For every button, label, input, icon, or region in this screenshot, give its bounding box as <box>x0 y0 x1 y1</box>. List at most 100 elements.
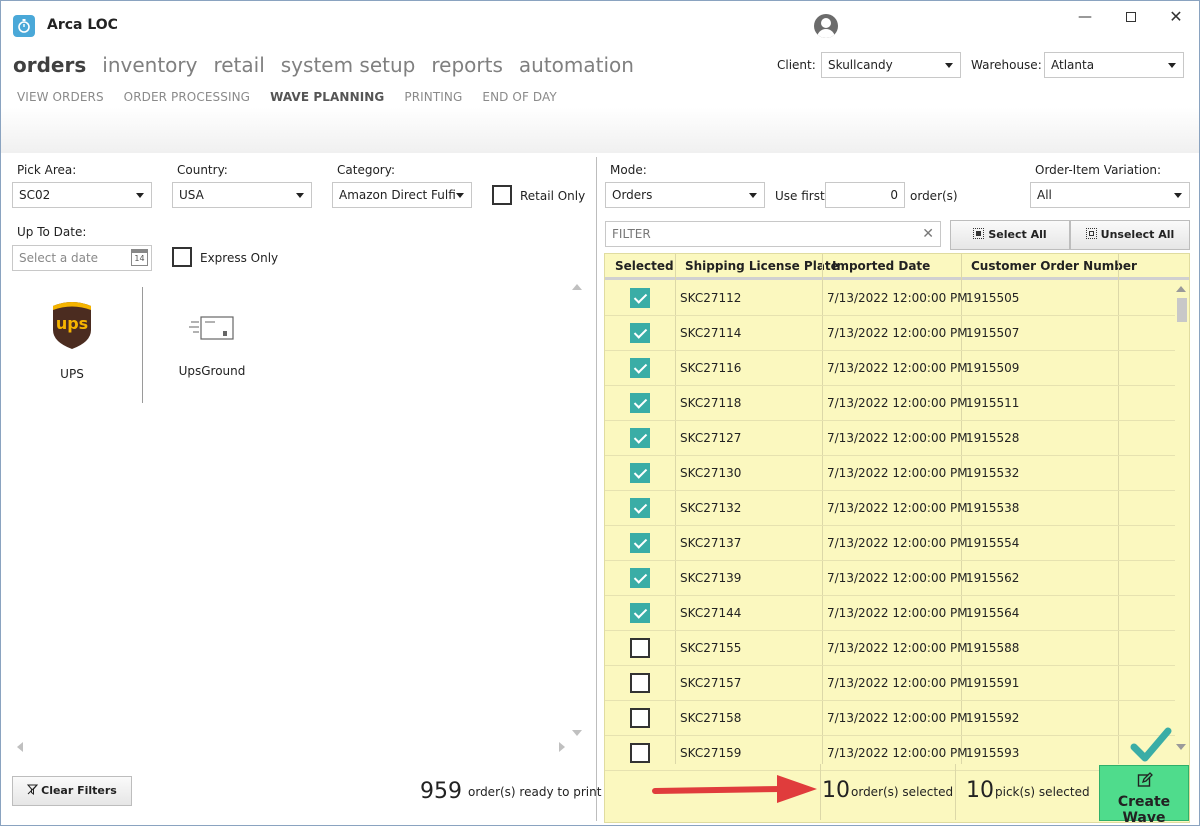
variation-select[interactable]: All <box>1030 182 1190 208</box>
table-row[interactable]: SKC27139 7/13/2022 12:00:00 PM 1915562 <box>605 561 1175 596</box>
table-row[interactable]: SKC27130 7/13/2022 12:00:00 PM 1915532 <box>605 456 1175 491</box>
table-row[interactable]: SKC27127 7/13/2022 12:00:00 PM 1915528 <box>605 421 1175 456</box>
row-select-checkbox[interactable] <box>630 428 650 448</box>
nav-retail[interactable]: retail <box>213 53 264 77</box>
row-select-checkbox[interactable] <box>630 323 650 343</box>
header-background <box>1 1 1199 153</box>
table-row[interactable]: SKC27114 7/13/2022 12:00:00 PM 1915507 <box>605 316 1175 351</box>
grid-scroll-down-icon[interactable] <box>1176 744 1186 750</box>
user-account-icon[interactable] <box>814 14 838 38</box>
row-select-checkbox[interactable] <box>630 393 650 413</box>
table-row[interactable]: SKC27118 7/13/2022 12:00:00 PM 1915511 <box>605 386 1175 421</box>
app-logo-icon <box>13 15 35 37</box>
cell-customer-order-number: 1915564 <box>966 606 1020 620</box>
table-row[interactable]: SKC27132 7/13/2022 12:00:00 PM 1915538 <box>605 491 1175 526</box>
category-label: Category: <box>337 163 395 177</box>
picks-selected-count: 10 <box>966 778 994 803</box>
nav-system-setup[interactable]: system setup <box>281 53 416 77</box>
subnav-order-processing[interactable]: ORDER PROCESSING <box>124 90 250 104</box>
close-button[interactable]: ✕ <box>1166 7 1186 27</box>
ground-truck-icon[interactable] <box>189 313 235 343</box>
warehouse-label: Warehouse: <box>971 58 1042 72</box>
orders-grid: Selected Shipping License Plate Imported… <box>604 253 1190 823</box>
ready-label: order(s) ready to print <box>468 785 602 799</box>
unselect-all-button[interactable]: Unselect All <box>1070 220 1190 250</box>
retail-only-checkbox[interactable] <box>492 185 512 205</box>
client-select[interactable]: Skullcandy <box>821 52 961 78</box>
col-shipping-license-plate[interactable]: Shipping License Plate <box>685 259 839 273</box>
country-select[interactable]: USA <box>172 182 312 208</box>
clear-filters-button[interactable]: Clear Filters <box>12 776 132 806</box>
calendar-icon[interactable]: 14 <box>131 249 148 266</box>
nav-orders[interactable]: orders <box>13 53 86 77</box>
use-first-input[interactable]: 0 <box>825 182 905 208</box>
col-selected[interactable]: Selected <box>615 259 674 273</box>
warehouse-value: Atlanta <box>1051 58 1095 72</box>
create-wave-button[interactable]: Create Wave <box>1099 765 1189 826</box>
row-select-checkbox[interactable] <box>630 638 650 658</box>
row-select-checkbox[interactable] <box>630 603 650 623</box>
grid-scroll-up-icon[interactable] <box>1176 286 1186 292</box>
cell-customer-order-number: 1915538 <box>966 501 1020 515</box>
category-select[interactable]: Amazon Direct Fulfi <box>332 182 472 208</box>
orders-selected-label: order(s) selected <box>851 785 954 799</box>
mode-select[interactable]: Orders <box>605 182 765 208</box>
row-select-checkbox[interactable] <box>630 288 650 308</box>
pick-area-select[interactable]: SC02 <box>12 182 152 208</box>
row-select-checkbox[interactable] <box>630 708 650 728</box>
filter-clear-icon <box>27 778 39 795</box>
subnav-view-orders[interactable]: VIEW ORDERS <box>17 90 104 104</box>
panel-divider <box>596 157 597 821</box>
row-select-checkbox[interactable] <box>630 498 650 518</box>
row-select-checkbox[interactable] <box>630 358 650 378</box>
warehouse-select[interactable]: Atlanta <box>1044 52 1184 78</box>
table-row[interactable]: SKC27112 7/13/2022 12:00:00 PM 1915505 <box>605 281 1175 316</box>
col-imported-date[interactable]: Imported Date <box>832 259 930 273</box>
col-customer-order-number[interactable]: Customer Order Number <box>971 259 1137 273</box>
clear-filter-icon[interactable]: ✕ <box>922 222 934 246</box>
table-row[interactable]: SKC27137 7/13/2022 12:00:00 PM 1915554 <box>605 526 1175 561</box>
minimize-button[interactable]: — <box>1075 7 1095 27</box>
select-all-button[interactable]: Select All <box>950 220 1070 250</box>
filter-placeholder: FILTER <box>612 227 651 241</box>
row-select-checkbox[interactable] <box>630 533 650 553</box>
row-select-checkbox[interactable] <box>630 673 650 693</box>
pick-area-label: Pick Area: <box>17 163 77 177</box>
subnav-printing[interactable]: PRINTING <box>404 90 462 104</box>
table-row[interactable]: SKC27159 7/13/2022 12:00:00 PM 1915593 <box>605 736 1175 771</box>
use-first-label: Use first <box>775 189 825 203</box>
carrier-scroll-up-icon[interactable] <box>572 284 582 290</box>
subnav-wave-planning[interactable]: WAVE PLANNING <box>270 90 384 104</box>
carrier-scroll-right-icon[interactable] <box>559 742 565 752</box>
grid-scroll-thumb[interactable] <box>1177 298 1187 322</box>
express-only-checkbox[interactable] <box>172 247 192 267</box>
subnav-end-of-day[interactable]: END OF DAY <box>482 90 556 104</box>
ups-logo-icon[interactable]: ups <box>51 300 93 350</box>
table-row[interactable]: SKC27116 7/13/2022 12:00:00 PM 1915509 <box>605 351 1175 386</box>
cell-imported-date: 7/13/2022 12:00:00 PM <box>827 606 968 620</box>
row-select-checkbox[interactable] <box>630 463 650 483</box>
nav-automation[interactable]: automation <box>519 53 634 77</box>
carrier-scroll-down-icon[interactable] <box>572 730 582 736</box>
nav-reports[interactable]: reports <box>431 53 503 77</box>
table-row[interactable]: SKC27158 7/13/2022 12:00:00 PM 1915592 <box>605 701 1175 736</box>
table-row[interactable]: SKC27157 7/13/2022 12:00:00 PM 1915591 <box>605 666 1175 701</box>
country-value: USA <box>179 188 204 202</box>
select-all-label: Select All <box>988 228 1047 241</box>
cell-customer-order-number: 1915532 <box>966 466 1020 480</box>
filter-input[interactable]: FILTER ✕ <box>605 221 941 247</box>
maximize-button[interactable] <box>1121 7 1141 27</box>
cell-imported-date: 7/13/2022 12:00:00 PM <box>827 536 968 550</box>
row-select-checkbox[interactable] <box>630 743 650 763</box>
use-first-value: 0 <box>890 188 898 202</box>
row-select-checkbox[interactable] <box>630 568 650 588</box>
date-picker-input[interactable]: Select a date 14 <box>12 245 152 271</box>
cell-imported-date: 7/13/2022 12:00:00 PM <box>827 676 968 690</box>
footer-divider <box>955 764 956 820</box>
client-value: Skullcandy <box>828 58 893 72</box>
table-row[interactable]: SKC27144 7/13/2022 12:00:00 PM 1915564 <box>605 596 1175 631</box>
nav-inventory[interactable]: inventory <box>102 53 197 77</box>
carrier-scroll-left-icon[interactable] <box>17 742 23 752</box>
table-row[interactable]: SKC27155 7/13/2022 12:00:00 PM 1915588 <box>605 631 1175 666</box>
sub-nav: VIEW ORDERS ORDER PROCESSING WAVE PLANNI… <box>17 90 577 104</box>
